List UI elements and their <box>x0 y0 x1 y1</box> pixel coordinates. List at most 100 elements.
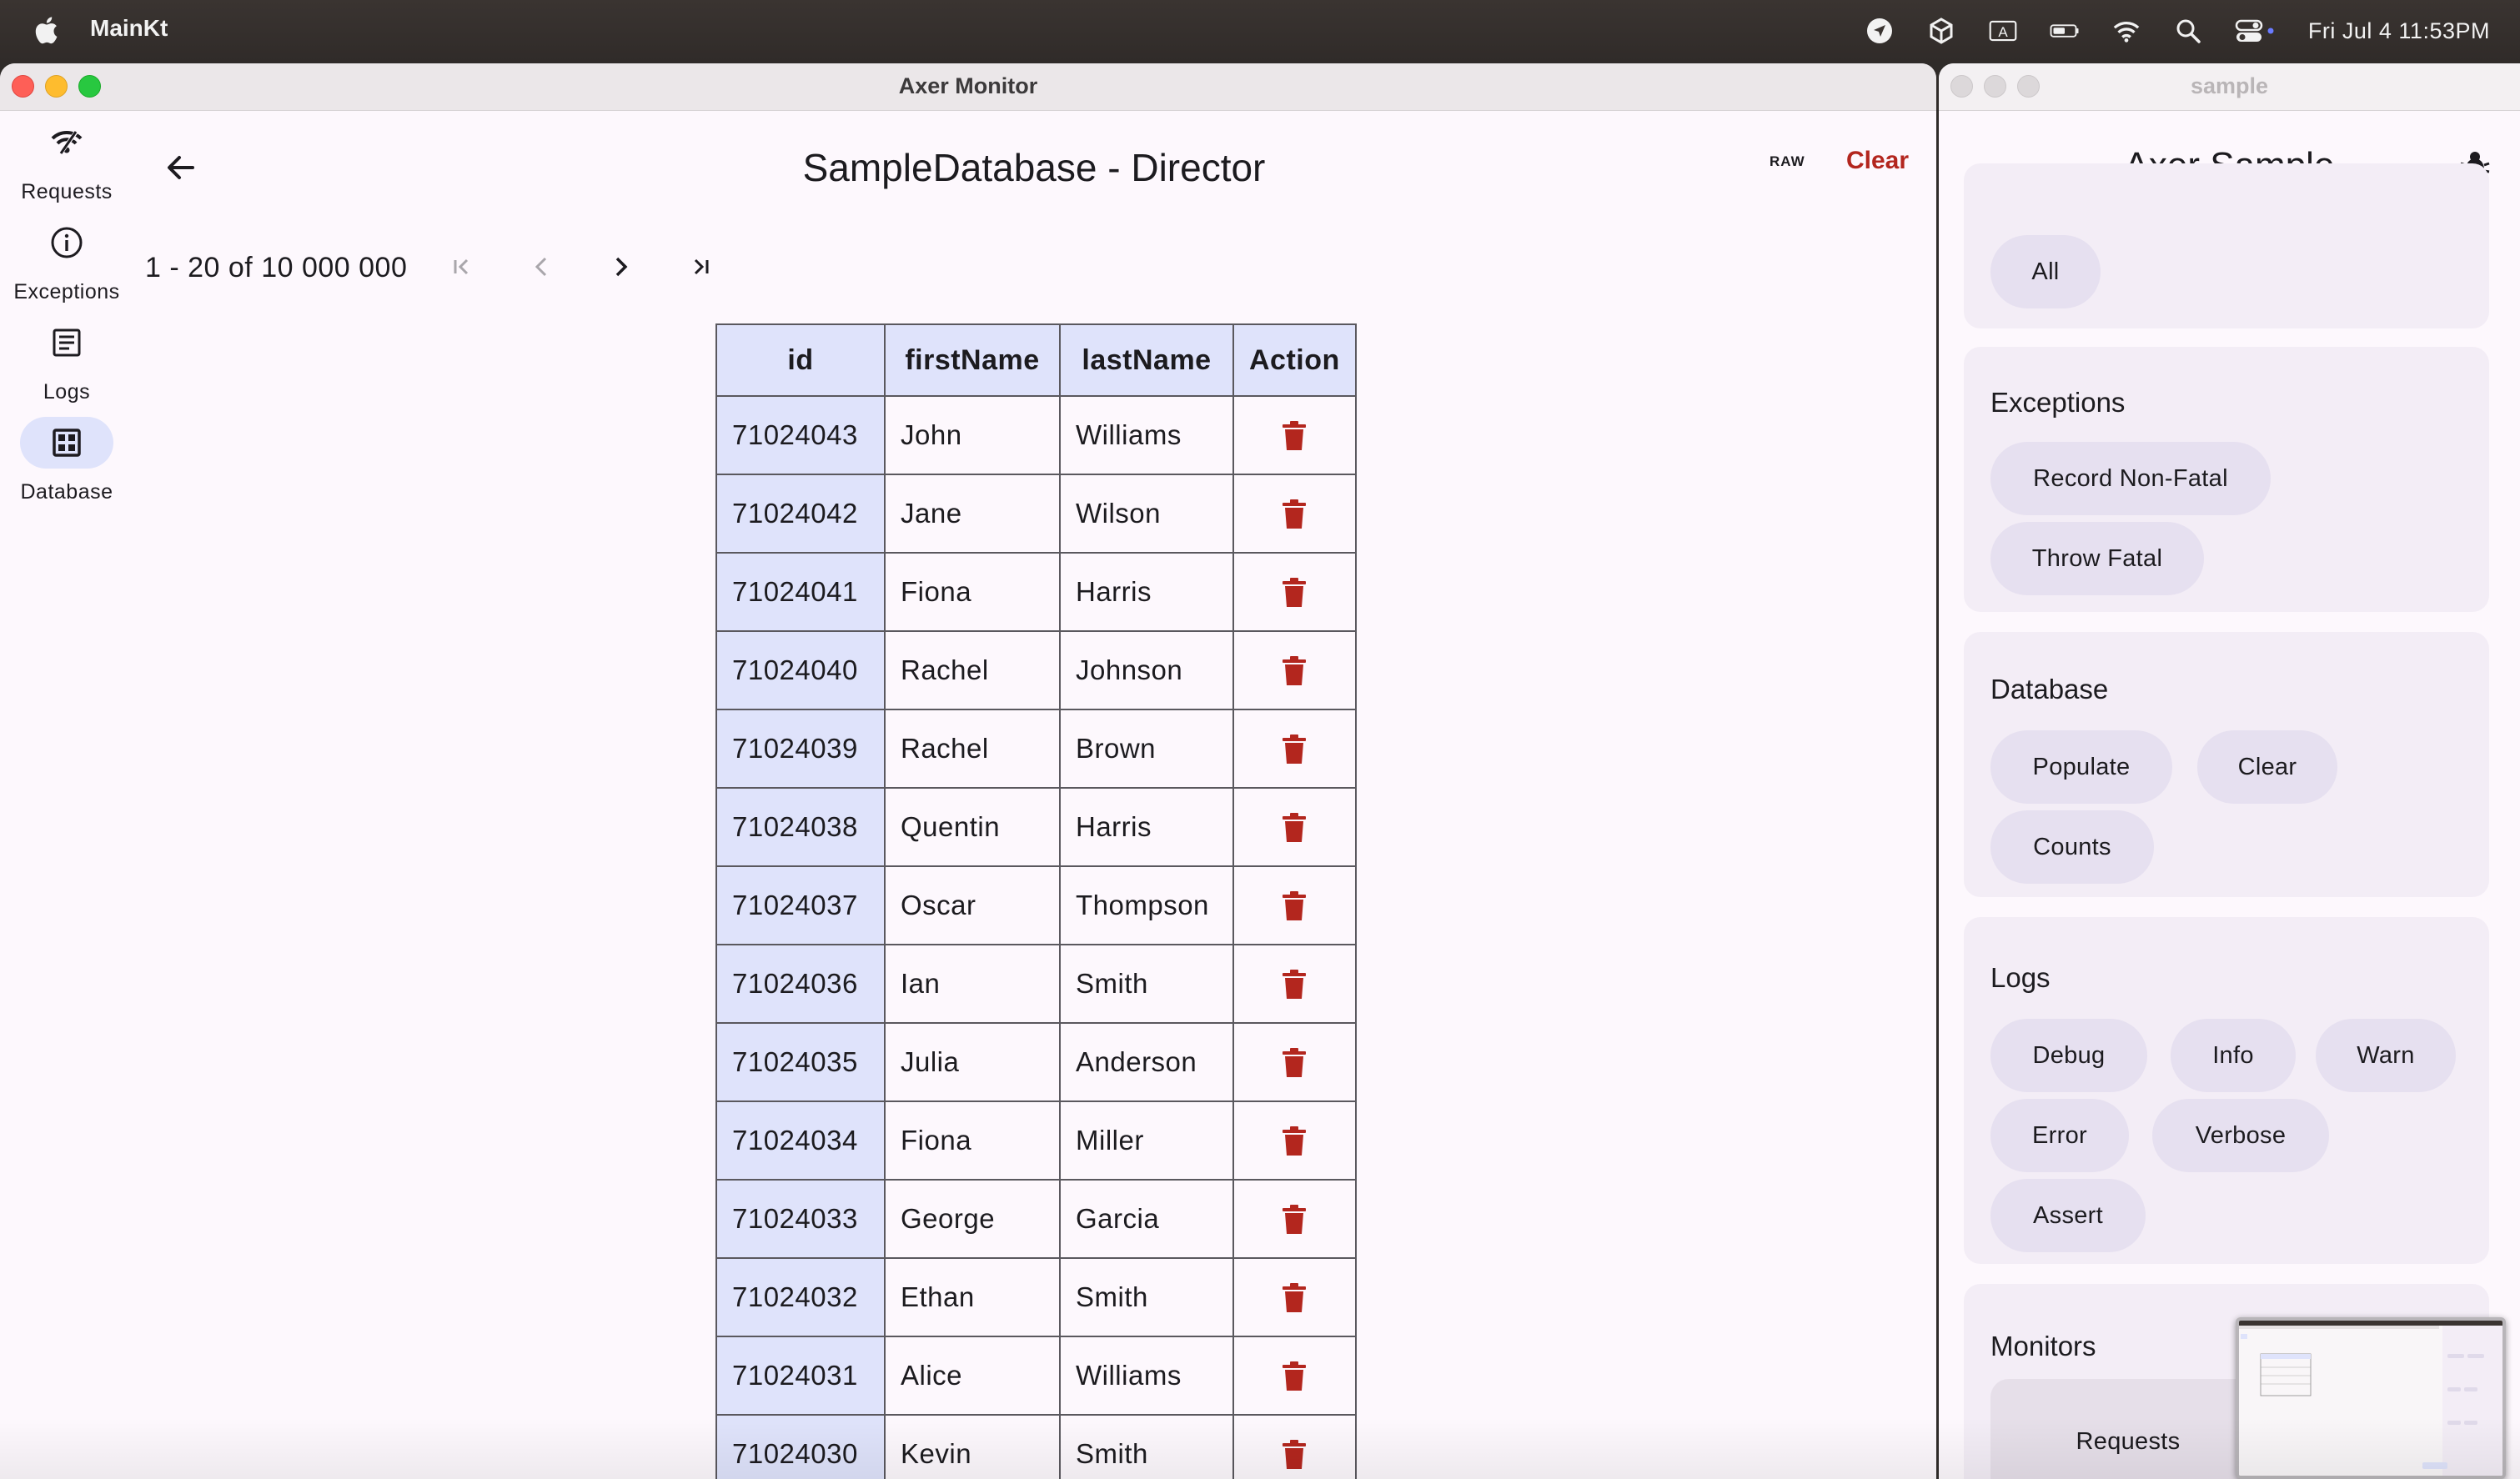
cell-id: 71024037 <box>715 865 886 945</box>
wifi-icon[interactable] <box>2111 16 2141 46</box>
table-row: 71024039 Rachel Brown <box>715 709 1357 789</box>
verbose-log-button[interactable]: Verbose <box>2152 1099 2329 1172</box>
cell-last-name: Smith <box>1059 944 1234 1024</box>
axer-monitor-window: Axer Monitor Requests Exceptions Logs Da… <box>0 63 1936 1479</box>
delete-row-button[interactable] <box>1280 732 1308 765</box>
chip-all[interactable]: All <box>1990 235 2101 308</box>
trash-icon <box>1283 970 1307 1000</box>
table-row: 71024040 Rachel Johnson <box>715 630 1357 710</box>
database-clear-button[interactable]: Clear <box>2197 730 2337 804</box>
delete-row-button[interactable] <box>1280 1281 1308 1313</box>
delete-row-button[interactable] <box>1280 575 1308 608</box>
column-header-last-name[interactable]: lastName <box>1059 323 1234 397</box>
counts-button[interactable]: Counts <box>1990 810 2154 884</box>
cube-icon[interactable] <box>1926 16 1956 46</box>
cell-action <box>1232 1022 1357 1102</box>
keyboard-a-icon[interactable]: A <box>1988 16 2018 46</box>
cell-action <box>1232 1336 1357 1416</box>
table-row: 71024037 Oscar Thompson <box>715 865 1357 945</box>
delete-row-button[interactable] <box>1280 889 1308 921</box>
cell-action <box>1232 395 1357 475</box>
delete-row-button[interactable] <box>1280 810 1308 843</box>
cell-first-name: Julia <box>884 1022 1061 1102</box>
delete-row-button[interactable] <box>1280 1124 1308 1156</box>
table-viewport[interactable]: id firstName lastName Action 71024043 Joh… <box>0 63 1936 1479</box>
trash-icon <box>1283 1440 1307 1470</box>
cell-id: 71024033 <box>715 1179 886 1259</box>
svg-text:A: A <box>1998 24 2008 40</box>
apple-logo-icon[interactable] <box>33 13 58 47</box>
debug-log-button[interactable]: Debug <box>1990 1019 2147 1092</box>
cell-last-name: Wilson <box>1059 474 1234 554</box>
trash-icon <box>1283 656 1307 686</box>
cell-last-name: Harris <box>1059 787 1234 867</box>
trash-icon <box>1283 813 1307 843</box>
spotlight-search-icon[interactable] <box>2173 16 2203 46</box>
table-row: 71024033 George Garcia <box>715 1179 1357 1259</box>
table-row: 71024041 Fiona Harris <box>715 552 1357 632</box>
trash-icon <box>1283 1283 1307 1313</box>
cell-action <box>1232 1257 1357 1337</box>
cell-action <box>1232 865 1357 945</box>
cell-last-name: Miller <box>1059 1100 1234 1181</box>
trash-icon <box>1283 734 1307 765</box>
delete-row-button[interactable] <box>1280 1437 1308 1470</box>
cell-action <box>1232 552 1357 632</box>
delete-row-button[interactable] <box>1280 654 1308 686</box>
cell-first-name: George <box>884 1179 1061 1259</box>
delete-row-button[interactable] <box>1280 497 1308 529</box>
window-title: sample <box>2190 73 2269 98</box>
delete-row-button[interactable] <box>1280 1359 1308 1391</box>
cell-first-name: Kevin <box>884 1414 1061 1479</box>
cell-last-name: Smith <box>1059 1257 1234 1337</box>
battery-icon[interactable] <box>2050 16 2080 46</box>
info-log-button[interactable]: Info <box>2171 1019 2296 1092</box>
column-header-action[interactable]: Action <box>1232 323 1357 397</box>
cell-id: 71024035 <box>715 1022 886 1102</box>
cell-action <box>1232 1100 1357 1181</box>
menu-bar: MainKt A Fri Jul 4 11:53PM <box>0 0 2520 62</box>
cell-last-name: Harris <box>1059 552 1234 632</box>
assert-log-button[interactable]: Assert <box>1990 1179 2146 1252</box>
record-non-fatal-button[interactable]: Record Non-Fatal <box>1990 442 2271 515</box>
warn-log-button[interactable]: Warn <box>2316 1019 2456 1092</box>
section-title-monitors: Monitors <box>1990 1331 2096 1361</box>
cell-action <box>1232 944 1357 1024</box>
active-app-name[interactable]: MainKt <box>90 15 168 42</box>
card-database: Database Populate Clear Counts <box>1964 632 2489 897</box>
cell-action <box>1232 787 1357 867</box>
table-row: 71024043 John Williams <box>715 395 1357 475</box>
screenshot-preview-thumbnail[interactable] <box>2236 1317 2506 1479</box>
delete-row-button[interactable] <box>1280 1045 1308 1078</box>
delete-row-button[interactable] <box>1280 967 1308 1000</box>
control-center-icon[interactable] <box>2235 16 2277 46</box>
table-row: 71024034 Fiona Miller <box>715 1100 1357 1181</box>
cell-first-name: Rachel <box>884 630 1061 710</box>
table-row: 71024032 Ethan Smith <box>715 1257 1357 1337</box>
throw-fatal-button[interactable]: Throw Fatal <box>1990 522 2204 595</box>
cell-action <box>1232 630 1357 710</box>
column-header-id[interactable]: id <box>715 323 886 397</box>
table-row: 71024035 Julia Anderson <box>715 1022 1357 1102</box>
cell-last-name: Williams <box>1059 1336 1234 1416</box>
requests-monitor-button[interactable]: Requests <box>1990 1379 2266 1479</box>
delete-row-button[interactable] <box>1280 419 1308 451</box>
cell-first-name: Ian <box>884 944 1061 1024</box>
cell-first-name: Alice <box>884 1336 1061 1416</box>
column-header-first-name[interactable]: firstName <box>884 323 1061 397</box>
trash-icon <box>1283 1361 1307 1391</box>
window-title-bar[interactable]: sample <box>1939 63 2520 111</box>
section-title-database: Database <box>1990 674 2109 704</box>
delete-row-button[interactable] <box>1280 1202 1308 1235</box>
populate-button[interactable]: Populate <box>1990 730 2172 804</box>
cell-last-name: Smith <box>1059 1414 1234 1479</box>
location-arrow-icon[interactable] <box>1865 16 1895 46</box>
menu-bar-clock[interactable]: Fri Jul 4 11:53PM <box>2308 18 2490 44</box>
cell-last-name: Johnson <box>1059 630 1234 710</box>
cell-id: 71024031 <box>715 1336 886 1416</box>
error-log-button[interactable]: Error <box>1990 1099 2129 1172</box>
cell-action <box>1232 709 1357 789</box>
cell-last-name: Thompson <box>1059 865 1234 945</box>
cell-first-name: Quentin <box>884 787 1061 867</box>
cell-first-name: Jane <box>884 474 1061 554</box>
